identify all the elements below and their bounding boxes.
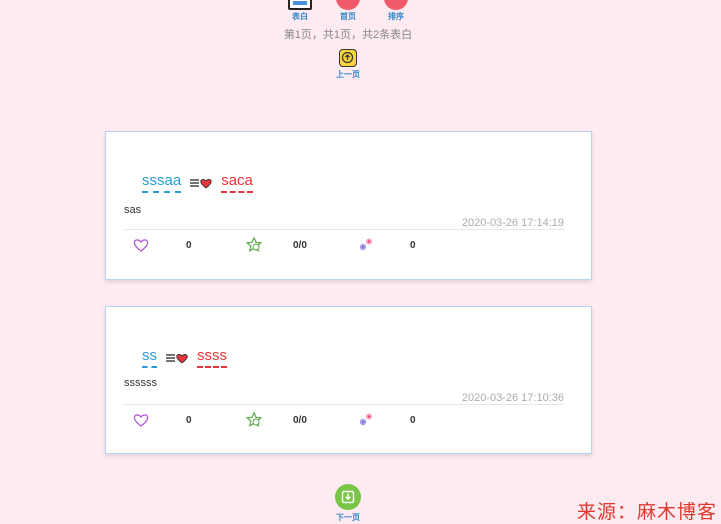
nav-home-label: 首页 (340, 12, 356, 21)
board-icon (288, 0, 312, 10)
post-card: ss ssss ssssss 2020-03-26 17:10:36 0 0/0 (105, 306, 592, 454)
pagination-info: 第1页，共1页，共2条表白 (283, 29, 413, 41)
flower-gift-icon[interactable] (357, 236, 375, 254)
nav-sort-label: 排序 (388, 12, 404, 21)
home-icon (336, 0, 360, 10)
prev-page-button[interactable]: 上一页 (328, 49, 368, 80)
post-content: sas (124, 204, 142, 216)
next-page-button[interactable]: 下一页 (328, 484, 368, 523)
post-actions: 0 0/0 0 (106, 411, 591, 431)
top-nav: 表白 首页 排序 (0, 0, 721, 22)
post-time: 2020-03-26 17:10:36 (461, 392, 564, 404)
nav-biaobai-label: 表白 (292, 12, 308, 21)
like-count: 0 (186, 415, 192, 426)
star-comment-icon[interactable] (245, 236, 263, 254)
prev-page-label: 上一页 (336, 70, 360, 79)
post-from-name[interactable]: sssaa (142, 172, 182, 193)
star-comment-icon[interactable] (245, 411, 263, 429)
post-time: 2020-03-26 17:14:19 (461, 217, 564, 229)
next-page-label: 下一页 (336, 513, 360, 522)
post-content: ssssss (124, 377, 157, 389)
divider (124, 404, 564, 405)
post-card: sssaa saca sas 2020-03-26 17:14:19 0 0/0 (105, 131, 592, 280)
download-icon (335, 484, 361, 510)
sort-icon (384, 0, 408, 10)
gift-count: 0 (410, 415, 416, 426)
post-names: sssaa saca (142, 172, 253, 193)
post-names: ss ssss (142, 347, 227, 368)
comment-count: 0/0 (293, 415, 307, 426)
page: 表白 首页 排序 第1页，共1页，共2条表白 上一页 sssaa saca sa… (0, 0, 721, 524)
arrow-heart-icon (165, 352, 189, 364)
heart-outline-icon[interactable] (132, 411, 150, 429)
post-from-name[interactable]: ss (142, 347, 157, 368)
arrow-heart-icon (189, 177, 213, 189)
comment-count: 0/0 (293, 240, 307, 251)
nav-biaobai-button[interactable]: 表白 (285, 0, 315, 22)
post-actions: 0 0/0 0 (106, 236, 591, 256)
like-count: 0 (186, 240, 192, 251)
divider (124, 229, 564, 230)
flower-gift-icon[interactable] (357, 411, 375, 429)
heart-outline-icon[interactable] (132, 236, 150, 254)
arrow-up-icon (339, 49, 357, 67)
post-to-name[interactable]: saca (221, 172, 253, 193)
post-to-name[interactable]: ssss (197, 347, 227, 368)
nav-sort-button[interactable]: 排序 (381, 0, 411, 22)
watermark: 来源：麻木博客 (576, 501, 717, 523)
nav-home-button[interactable]: 首页 (333, 0, 363, 22)
gift-count: 0 (410, 240, 416, 251)
